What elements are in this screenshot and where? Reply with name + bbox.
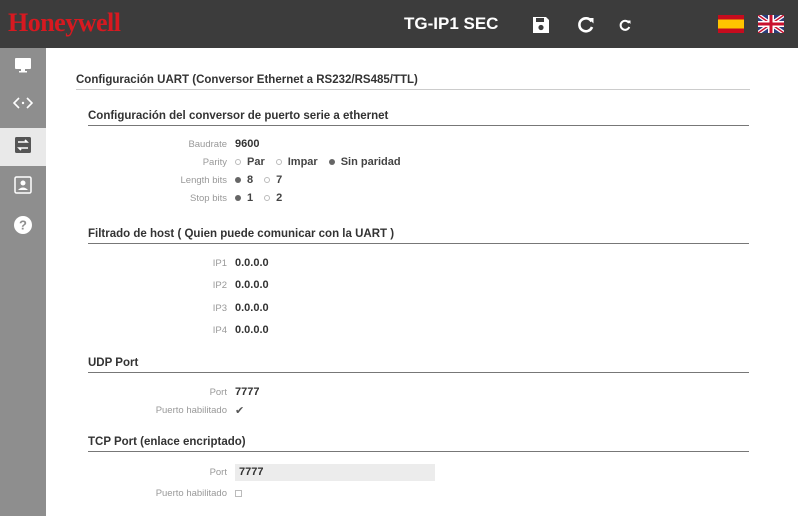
monitor-icon [14,56,32,79]
baudrate-row: Baudrate 9600 [88,137,259,151]
sidebar-item-uart[interactable] [0,128,46,166]
tcp-port-label: Port [209,466,227,478]
stop-bits-row: Stop bits 1 2 [88,191,293,205]
length-bits-label: Length bits [180,174,227,186]
sidebar-item-user[interactable] [0,168,46,206]
reload-icon[interactable] [575,14,597,36]
parity-row: Parity Par Impar Sin paridad [88,155,412,169]
ip-row: IP1 0.0.0.0 [88,256,269,270]
baudrate-label: Baudrate [188,138,227,150]
code-icon [12,96,34,115]
section-title-serial: Configuración del conversor de puerto se… [88,110,749,126]
length-bits-row: Length bits 8 7 [88,173,293,187]
flag-uk-icon[interactable] [758,15,784,33]
tcp-port-input[interactable]: 7777 [235,463,435,481]
udp-enabled-row: Puerto habilitado ✔ [88,403,245,417]
length-option-8[interactable]: 8 [235,174,253,186]
baudrate-value[interactable]: 9600 [235,138,259,150]
udp-enabled-checkbox[interactable]: ✔ [235,404,244,417]
user-icon [14,175,32,199]
ip2-label: IP2 [212,279,227,291]
tcp-enabled-label: Puerto habilitado [155,487,227,499]
page-title: Configuración UART (Conversor Ethernet a… [76,74,750,90]
save-icon[interactable] [530,14,552,36]
help-icon: ? [13,215,33,240]
ip-row: IP3 0.0.0.0 [88,301,269,315]
parity-option-impar[interactable]: Impar [275,156,318,168]
ip-row: IP4 0.0.0.0 [88,323,269,337]
stop-radio-group: 1 2 [235,192,293,204]
restart-icon[interactable] [614,14,636,36]
brand-logo: Honeywell [8,8,121,37]
ip1-value[interactable]: 0.0.0.0 [235,257,269,269]
transfer-icon [14,136,32,159]
ip4-label: IP4 [212,324,227,336]
ip3-value[interactable]: 0.0.0.0 [235,302,269,314]
sidebar-item-monitor[interactable] [0,48,46,86]
ip1-label: IP1 [212,257,227,269]
udp-enabled-label: Puerto habilitado [155,404,227,416]
length-radio-group: 8 7 [235,174,293,186]
tcp-enabled-checkbox[interactable] [235,489,242,497]
sidebar-item-help[interactable]: ? [0,208,46,246]
top-bar: Honeywell TG-IP1 SEC [0,0,798,48]
parity-label: Parity [202,156,227,168]
parity-option-sin-paridad[interactable]: Sin paridad [328,156,401,168]
udp-port-label: Port [209,386,227,398]
ip3-label: IP3 [212,302,227,314]
stop-option-1[interactable]: 1 [235,192,253,204]
ip4-value[interactable]: 0.0.0.0 [235,324,269,336]
length-option-7[interactable]: 7 [264,174,282,186]
udp-port-row: Port 7777 [88,385,260,399]
svg-text:?: ? [19,217,27,232]
radio-selected-icon [328,159,335,165]
ip2-value[interactable]: 0.0.0.0 [235,279,269,291]
tcp-port-row: Port 7777 [88,463,435,481]
radio-icon [275,159,282,165]
main-content: Configuración UART (Conversor Ethernet a… [46,48,798,516]
flag-es-icon[interactable] [718,15,744,33]
radio-icon [235,159,241,165]
radio-icon [264,195,271,201]
stop-bits-label: Stop bits [190,192,227,204]
stop-option-2[interactable]: 2 [264,192,282,204]
radio-selected-icon [235,195,241,201]
tcp-enabled-row: Puerto habilitado [88,486,242,500]
radio-icon [264,177,271,183]
parity-radio-group: Par Impar Sin paridad [235,156,412,168]
section-title-udp: UDP Port [88,357,749,373]
sidebar-item-code[interactable] [0,86,46,124]
udp-port-value[interactable]: 7777 [235,386,259,398]
section-title-tcp: TCP Port (enlace encriptado) [88,436,749,452]
radio-selected-icon [235,177,241,183]
parity-option-par[interactable]: Par [235,156,265,168]
ip-row: IP2 0.0.0.0 [88,278,269,292]
device-title: TG-IP1 SEC [404,14,499,33]
sidebar: ? [0,48,46,516]
section-title-host-filter: Filtrado de host ( Quien puede comunicar… [88,228,749,244]
